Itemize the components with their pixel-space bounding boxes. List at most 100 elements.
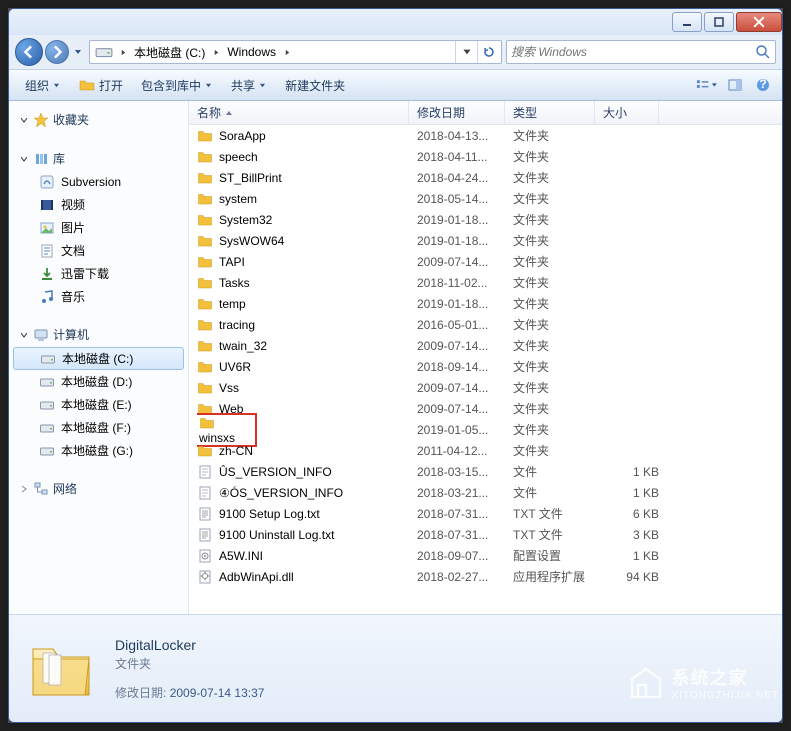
file-row[interactable]: tracing2016-05-01...文件夹 xyxy=(189,314,782,335)
view-options-button[interactable] xyxy=(696,74,718,96)
file-date: 2009-07-14... xyxy=(417,339,513,353)
file-row[interactable]: 9100 Uninstall Log.txt2018-07-31...TXT 文… xyxy=(189,524,782,545)
file-row[interactable]: ST_BillPrint2018-04-24...文件夹 xyxy=(189,167,782,188)
file-type: 文件夹 xyxy=(513,148,603,165)
file-row[interactable]: TAPI2009-07-14...文件夹 xyxy=(189,251,782,272)
content-area: 收藏夹 库 Subversion 视频图片文档迅雷下载音乐 计算机 本地磁盘 (C… xyxy=(9,101,782,614)
nav-library-item[interactable]: 图片 xyxy=(9,216,188,239)
column-size[interactable]: 大小 xyxy=(595,101,659,124)
file-type: 文件夹 xyxy=(513,379,603,396)
nav-drive-item[interactable]: 本地磁盘 (G:) xyxy=(9,439,188,462)
column-headers: 名称 修改日期 类型 大小 xyxy=(189,101,782,125)
new-folder-button[interactable]: 新建文件夹 xyxy=(277,73,353,98)
file-date: 2018-03-15... xyxy=(417,465,513,479)
nav-drive-item[interactable]: 本地磁盘 (D:) xyxy=(9,370,188,393)
nav-drive-item[interactable]: 本地磁盘 (F:) xyxy=(9,416,188,439)
file-name: UV6R xyxy=(219,360,251,374)
drive-icon xyxy=(40,351,56,367)
include-label: 包含到库中 xyxy=(141,77,201,94)
address-bar: 本地磁盘 (C:) Windows xyxy=(9,35,782,69)
file-date: 2018-04-11... xyxy=(417,150,513,164)
search-box[interactable] xyxy=(506,40,776,64)
column-date[interactable]: 修改日期 xyxy=(409,101,505,124)
file-row[interactable]: twain_322009-07-14...文件夹 xyxy=(189,335,782,356)
file-list[interactable]: SoraApp2018-04-13...文件夹speech2018-04-11.… xyxy=(189,125,782,614)
column-type[interactable]: 类型 xyxy=(505,101,595,124)
organize-label: 组织 xyxy=(25,77,49,94)
file-date: 2019-01-18... xyxy=(417,213,513,227)
chevron-right-icon[interactable] xyxy=(116,49,130,56)
search-icon[interactable] xyxy=(755,44,771,60)
organize-button[interactable]: 组织 xyxy=(17,73,69,98)
nav-libraries[interactable]: 库 xyxy=(9,146,188,171)
file-date: 2018-11-02... xyxy=(417,276,513,290)
nav-computer[interactable]: 计算机 xyxy=(9,322,188,347)
file-date: 2018-09-14... xyxy=(417,360,513,374)
search-input[interactable] xyxy=(511,45,755,59)
file-row[interactable]: system2018-05-14...文件夹 xyxy=(189,188,782,209)
nav-computer-label: 计算机 xyxy=(53,326,89,343)
folder-open-icon xyxy=(79,77,95,93)
file-type: 文件夹 xyxy=(513,442,603,459)
nav-network-label: 网络 xyxy=(53,480,77,497)
minimize-button[interactable] xyxy=(672,12,702,32)
video-icon xyxy=(39,197,55,213)
file-row[interactable]: speech2018-04-11...文件夹 xyxy=(189,146,782,167)
nav-library-item[interactable]: 文档 xyxy=(9,239,188,262)
address-dropdown[interactable] xyxy=(455,41,477,63)
share-button[interactable]: 共享 xyxy=(223,73,275,98)
refresh-button[interactable] xyxy=(477,41,499,63)
preview-pane-button[interactable] xyxy=(724,74,746,96)
nav-library-item[interactable]: 视频 xyxy=(9,193,188,216)
file-row[interactable]: Vss2009-07-14...文件夹 xyxy=(189,377,782,398)
file-row[interactable]: Tasks2018-11-02...文件夹 xyxy=(189,272,782,293)
svg-text:?: ? xyxy=(759,78,766,91)
file-row[interactable]: A5W.INI2018-09-07...配置设置1 KB xyxy=(189,545,782,566)
file-row[interactable]: AdbWinApi.dll2018-02-27...应用程序扩展94 KB xyxy=(189,566,782,587)
open-button[interactable]: 打开 xyxy=(71,73,131,98)
nav-library-item[interactable]: 迅雷下载 xyxy=(9,262,188,285)
navigation-pane[interactable]: 收藏夹 库 Subversion 视频图片文档迅雷下载音乐 计算机 本地磁盘 (C… xyxy=(9,101,189,614)
file-date: 2009-07-14... xyxy=(417,381,513,395)
file-row[interactable]: temp2019-01-18...文件夹 xyxy=(189,293,782,314)
collapse-icon xyxy=(19,154,29,164)
breadcrumb-segment[interactable]: 本地磁盘 (C:) xyxy=(130,44,209,61)
file-row[interactable]: winsxs2019-01-05...文件夹 xyxy=(189,419,782,440)
breadcrumb-segment[interactable]: Windows xyxy=(223,45,280,59)
file-date: 2019-01-05... xyxy=(417,423,513,437)
nav-favorites[interactable]: 收藏夹 xyxy=(9,107,188,132)
nav-network[interactable]: 网络 xyxy=(9,476,188,501)
file-row[interactable]: SysWOW642019-01-18...文件夹 xyxy=(189,230,782,251)
nav-drive-item[interactable]: 本地磁盘 (E:) xyxy=(9,393,188,416)
file-icon xyxy=(197,464,213,480)
help-button[interactable]: ? xyxy=(752,74,774,96)
back-button[interactable] xyxy=(15,38,43,66)
chevron-right-icon[interactable] xyxy=(280,49,294,56)
titlebar[interactable] xyxy=(9,9,782,35)
file-row[interactable]: ④ÓS_VERSION_INFO2018-03-21...文件1 KB xyxy=(189,482,782,503)
file-row[interactable]: ÛS_VERSION_INFO2018-03-15...文件1 KB xyxy=(189,461,782,482)
include-in-library-button[interactable]: 包含到库中 xyxy=(133,73,221,98)
file-row[interactable]: zh-CN2011-04-12...文件夹 xyxy=(189,440,782,461)
file-row[interactable]: UV6R2018-09-14...文件夹 xyxy=(189,356,782,377)
file-name: SoraApp xyxy=(219,129,266,143)
download-icon xyxy=(39,266,55,282)
file-row[interactable]: System322019-01-18...文件夹 xyxy=(189,209,782,230)
folder-icon xyxy=(197,170,213,186)
nav-library-item[interactable]: 音乐 xyxy=(9,285,188,308)
chevron-right-icon[interactable] xyxy=(209,49,223,56)
forward-button[interactable] xyxy=(45,40,69,64)
file-size: 94 KB xyxy=(603,570,667,584)
file-row[interactable]: 9100 Setup Log.txt2018-07-31...TXT 文件6 K… xyxy=(189,503,782,524)
breadcrumb[interactable]: 本地磁盘 (C:) Windows xyxy=(89,40,502,64)
nav-item-label: 本地磁盘 (E:) xyxy=(61,396,132,413)
column-name[interactable]: 名称 xyxy=(189,101,409,124)
close-button[interactable] xyxy=(736,12,782,32)
maximize-button[interactable] xyxy=(704,12,734,32)
drive-icon xyxy=(39,374,55,390)
nav-library-item[interactable]: Subversion xyxy=(9,171,188,193)
file-row[interactable]: SoraApp2018-04-13...文件夹 xyxy=(189,125,782,146)
history-dropdown[interactable] xyxy=(71,42,85,62)
nav-item-label: 视频 xyxy=(61,196,85,213)
nav-drive-item[interactable]: 本地磁盘 (C:) xyxy=(13,347,184,370)
